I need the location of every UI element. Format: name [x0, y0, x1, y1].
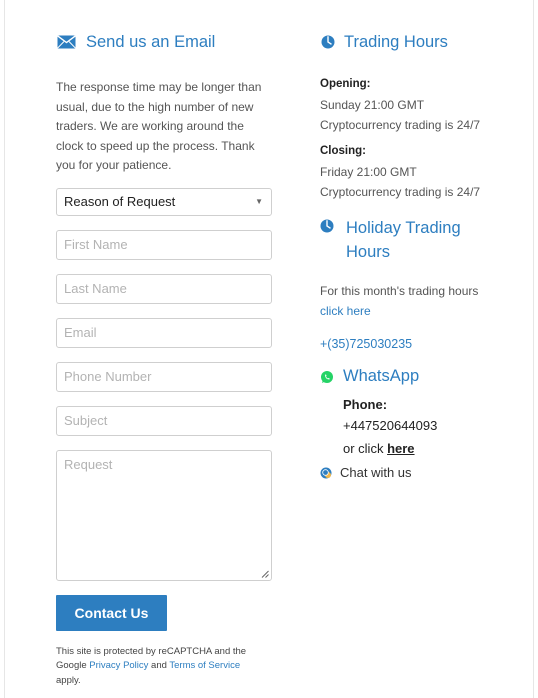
- phone-number-link[interactable]: +(35)725030235: [320, 337, 500, 351]
- privacy-policy-link[interactable]: Privacy Policy: [89, 660, 148, 671]
- email-section: Send us an Email The response time may b…: [56, 32, 272, 688]
- holiday-click-here-link[interactable]: click here: [320, 302, 500, 322]
- opening-time: Sunday 21:00 GMT: [320, 98, 425, 112]
- whatsapp-or-click: or click here: [343, 438, 500, 459]
- holiday-title-line2: Hours: [346, 243, 391, 261]
- request-placeholder: Request: [64, 456, 113, 472]
- chat-label: Chat with us: [340, 465, 412, 480]
- closing-label: Closing:: [320, 145, 366, 157]
- holiday-hours-title-text: Holiday Trading Hours: [346, 216, 461, 264]
- email-section-title: Send us an Email: [56, 32, 272, 52]
- clock-icon: [320, 32, 336, 52]
- whatsapp-title-text: WhatsApp: [343, 367, 420, 385]
- resize-handle-icon[interactable]: [261, 570, 269, 578]
- email-section-title-text: Send us an Email: [86, 32, 216, 51]
- whatsapp-phone-number: +447520644093: [343, 418, 438, 433]
- closing-time: Friday 21:00 GMT: [320, 165, 417, 179]
- email-intro-text: The response time may be longer than usu…: [56, 80, 262, 172]
- or-click-text: or click: [343, 441, 384, 456]
- phone-number-input[interactable]: Phone Number: [56, 361, 272, 392]
- trading-hours-title-text: Trading Hours: [344, 32, 448, 51]
- contact-us-button[interactable]: Contact Us: [56, 594, 167, 631]
- terms-of-service-link[interactable]: Terms of Service: [169, 660, 240, 671]
- email-input[interactable]: Email: [56, 317, 272, 348]
- clock-icon: [320, 219, 336, 233]
- request-textarea[interactable]: Request: [56, 449, 272, 581]
- reason-select-value: Reason of Request: [64, 194, 176, 209]
- chat-with-us-link[interactable]: Chat with us: [320, 465, 500, 480]
- dropdown-arrow-icon: ▼: [255, 197, 263, 206]
- last-name-input[interactable]: Last Name: [56, 273, 272, 304]
- reason-select[interactable]: Reason of Request ▼: [56, 187, 272, 216]
- holiday-hours-title: Holiday Trading Hours: [320, 216, 500, 264]
- first-name-input[interactable]: First Name: [56, 229, 272, 260]
- whatsapp-title: WhatsApp: [320, 367, 500, 386]
- subject-input[interactable]: Subject: [56, 405, 272, 436]
- whatsapp-here-link[interactable]: here: [387, 441, 414, 456]
- closing-note: Cryptocurrency trading is 24/7: [320, 184, 481, 199]
- opening-note: Cryptocurrency trading is 24/7: [320, 117, 481, 132]
- whatsapp-phone-label: Phone:: [343, 397, 388, 412]
- whatsapp-icon: [320, 370, 334, 384]
- recaptcha-text-2: apply.: [56, 674, 81, 686]
- opening-label: Opening:: [320, 78, 371, 90]
- recaptcha-and: and: [151, 660, 167, 671]
- holiday-title-line1: Holiday Trading: [346, 219, 461, 237]
- holiday-hours-text: For this month's trading hours: [320, 284, 479, 298]
- info-column: Trading Hours Opening: Sunday 21:00 GMT …: [320, 32, 500, 481]
- recaptcha-notice: This site is protected by reCAPTCHA and …: [56, 645, 272, 689]
- envelope-icon: [56, 32, 76, 52]
- whatsapp-details: Phone: +447520644093 or click here: [343, 394, 500, 459]
- chat-icon: [320, 467, 332, 479]
- trading-hours-title: Trading Hours: [320, 32, 500, 52]
